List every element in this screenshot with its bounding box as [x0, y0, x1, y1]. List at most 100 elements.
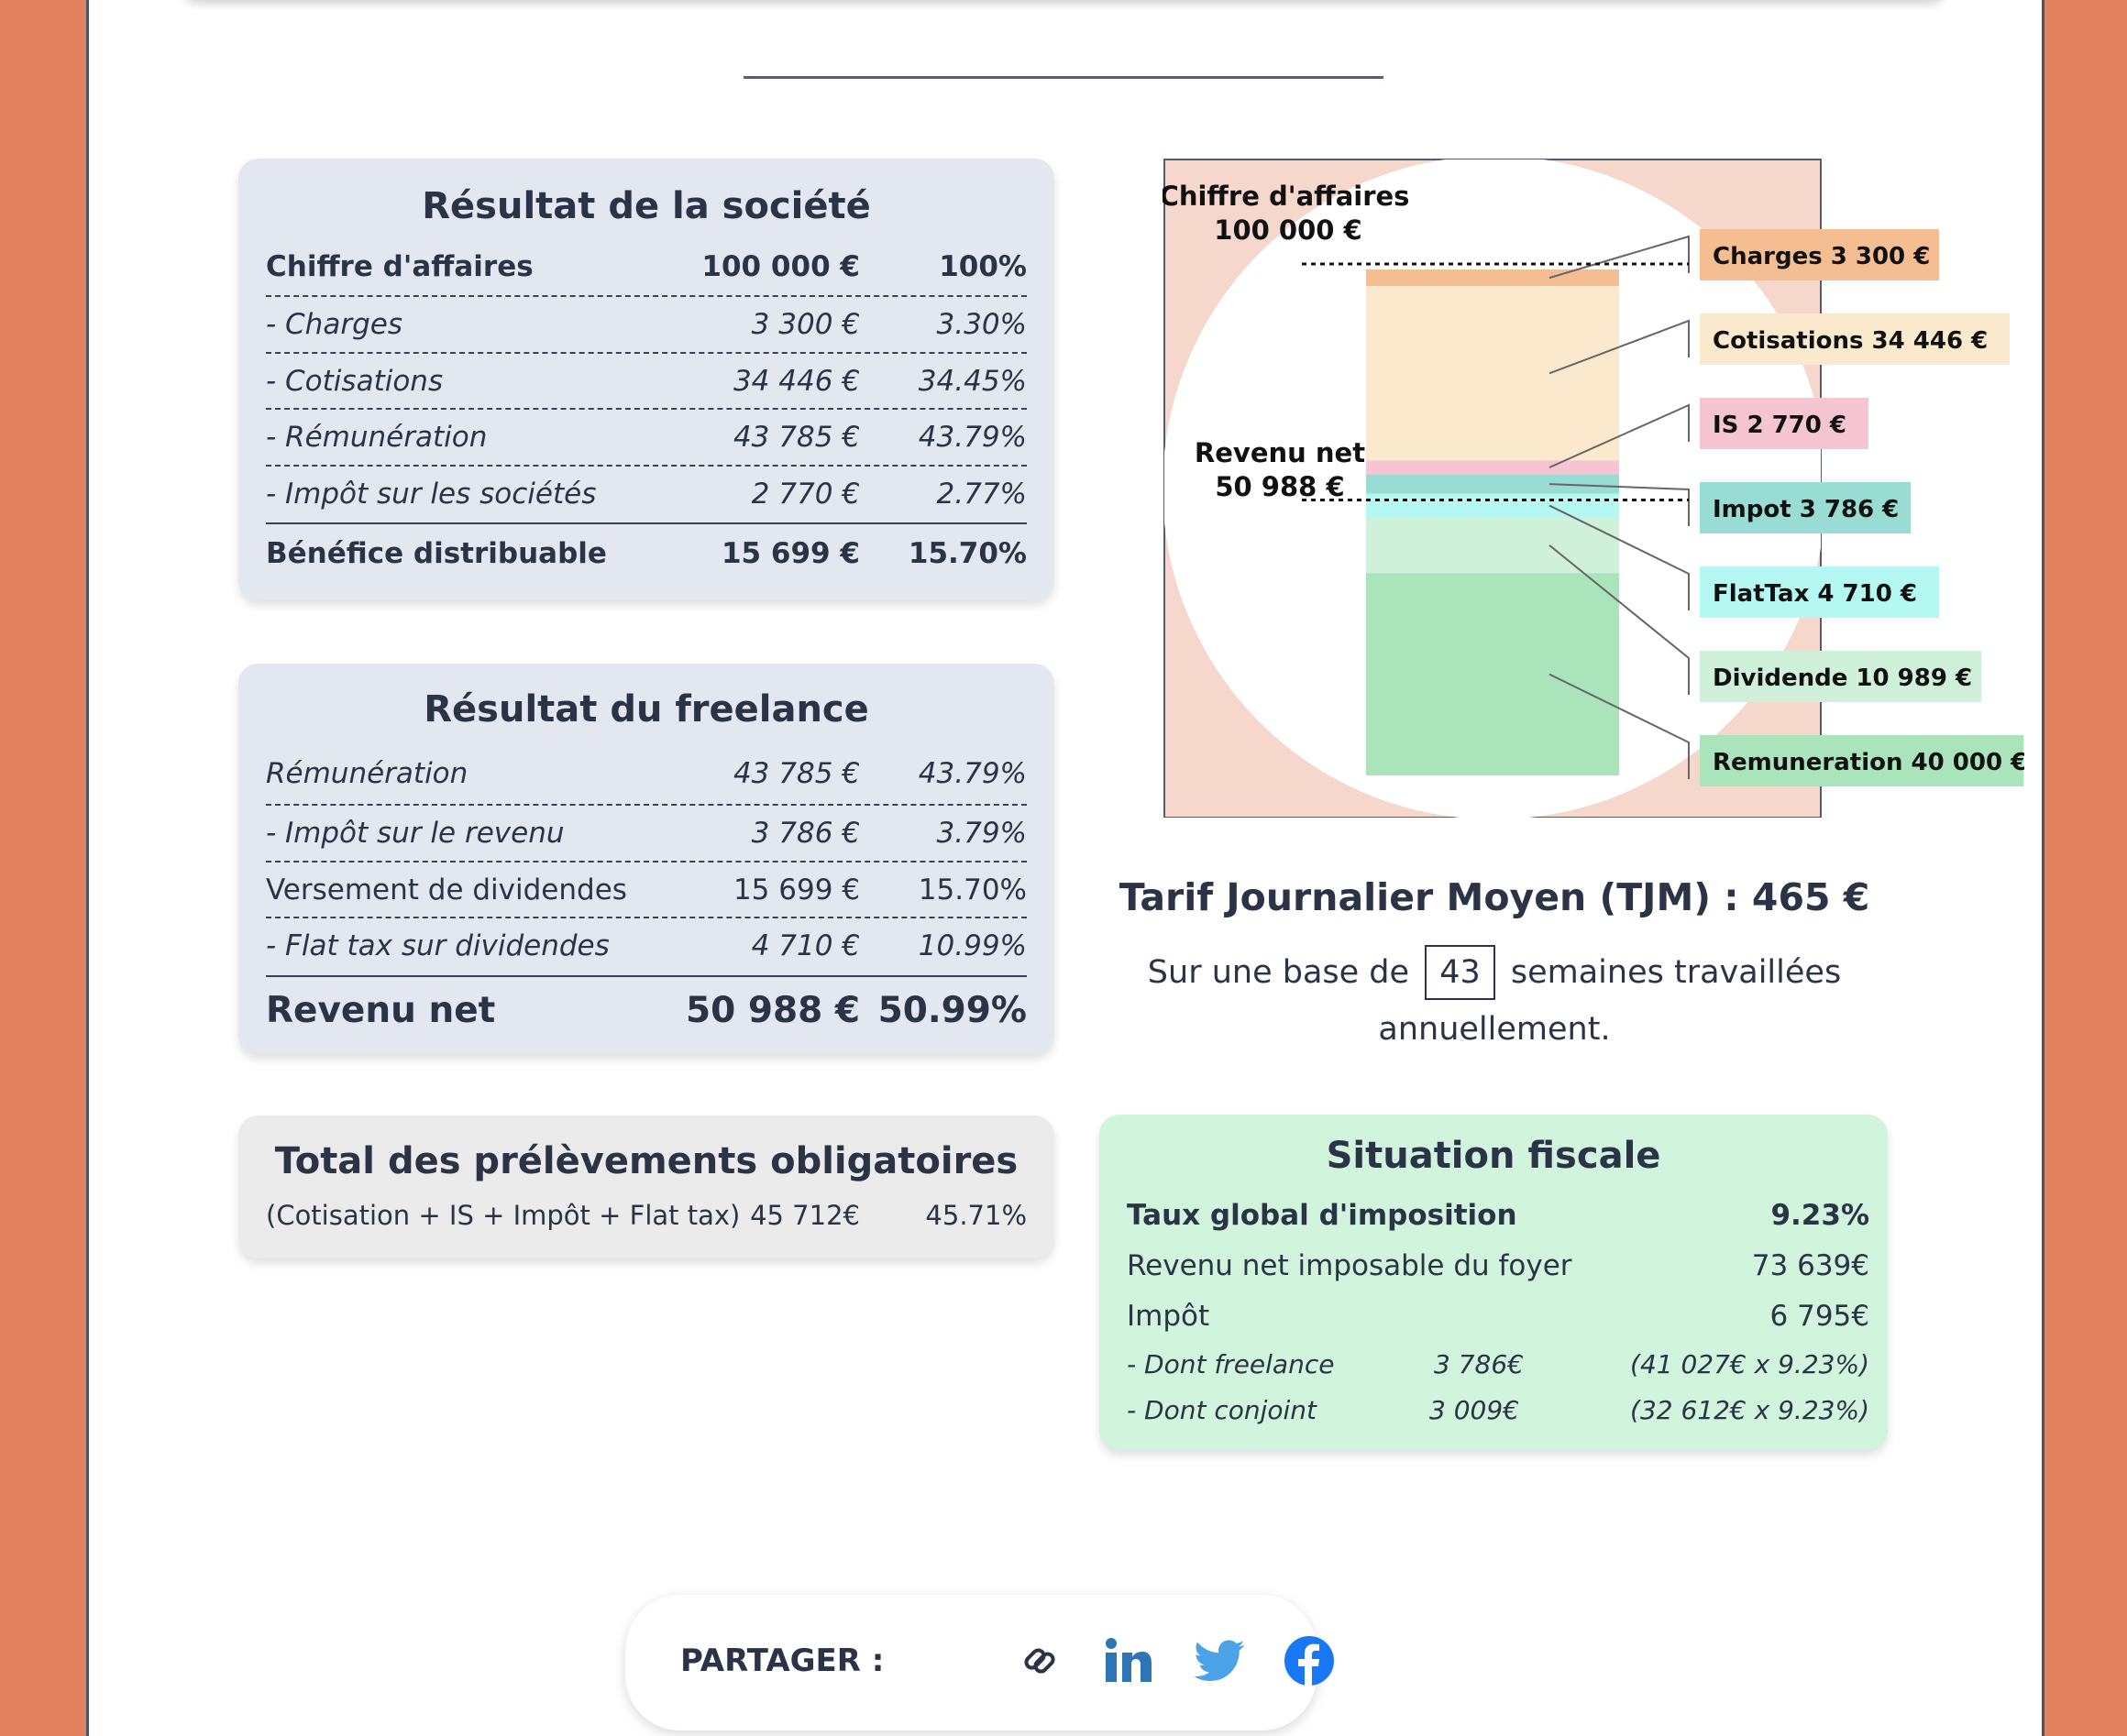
row-chiffre-affaires: Chiffre d'affaires 100 000 € 100%	[266, 248, 1027, 297]
tjm-title: Tarif Journalier Moyen (TJM) : 465 €	[1119, 875, 1870, 919]
tax-rate-value: 9.23%	[1770, 1199, 1869, 1232]
tjm-suffix-2: annuellement.	[1378, 1011, 1611, 1048]
row-percent: 43.79%	[918, 421, 1027, 454]
bar-segment	[1366, 474, 1619, 494]
total-levies-label: (Cotisation + IS + Impôt + Flat tax)	[266, 1200, 741, 1231]
section-divider	[744, 76, 1383, 79]
row-label: Rémunération	[266, 757, 468, 790]
freelance-tax-amount: 3 786€	[1434, 1349, 1524, 1379]
company-result-card: Résultat de la société Chiffre d'affaire…	[238, 159, 1054, 600]
freelance-result-card: Résultat du freelance Rémunération 43 78…	[238, 664, 1054, 1054]
net-value: 50 988 €	[1215, 471, 1344, 502]
share-label: PARTAGER :	[680, 1643, 885, 1679]
total-levies-row: (Cotisation + IS + Impôt + Flat tax) 45 …	[266, 1192, 1027, 1238]
row-revenu-net: Revenu net 50 988 € 50.99%	[266, 975, 1027, 1045]
tax-label: Impôt	[1127, 1300, 1210, 1333]
bar-segment	[1366, 493, 1619, 518]
row-charges: - Charges 3 300 € 3.30%	[266, 297, 1027, 354]
tjm-suffix: semaines travaillées	[1510, 954, 1842, 991]
row-label: Chiffre d'affaires	[266, 250, 534, 283]
company-result-title: Résultat de la société	[422, 185, 871, 227]
bar-segment	[1366, 517, 1619, 574]
row-dividendes: Versement de dividendes 15 699 € 15.70%	[266, 863, 1027, 918]
spouse-tax-calc: (32 612€ x 9.23%)	[1630, 1395, 1869, 1425]
segment-label: Remuneration 40 000 €	[1713, 749, 2024, 776]
row-amount: 3 786 €	[751, 817, 860, 850]
segment-label: Dividende 10 989 €	[1713, 665, 1972, 692]
row-remuneration: - Rémunération 43 785 € 43.79%	[266, 410, 1027, 467]
row-label: Versement de dividendes	[266, 873, 627, 906]
row-percent: 34.45%	[918, 365, 1027, 398]
twitter-icon[interactable]	[1192, 1633, 1247, 1688]
row-label: - Charges	[266, 308, 402, 341]
total-levies-amount: 45 712€	[750, 1200, 860, 1231]
row-amount: 2 770 €	[751, 478, 860, 511]
link-icon[interactable]	[1012, 1633, 1067, 1688]
row-percent: 3.30%	[936, 308, 1027, 341]
bar-segment	[1366, 573, 1619, 775]
row-amount: 4 710 €	[751, 929, 860, 962]
share-bar: PARTAGER :	[625, 1595, 1334, 1731]
row-percent: 15.70%	[918, 873, 1027, 906]
bar-segment	[1366, 269, 1619, 287]
segment-label: Impot 3 786 €	[1713, 496, 1899, 523]
total-levies-card: Total des prélèvements obligatoires (Cot…	[238, 1115, 1054, 1258]
row-percent: 100%	[939, 250, 1027, 283]
row-benefice: Bénéfice distribuable 15 699 € 15.70%	[266, 522, 1027, 579]
spouse-tax-amount: 3 009€	[1429, 1395, 1519, 1425]
row-remuneration: Rémunération 43 785 € 43.79%	[266, 750, 1027, 806]
row-percent: 50.99%	[877, 990, 1027, 1031]
freelance-result-title: Résultat du freelance	[424, 688, 869, 731]
row-label: - Impôt sur les sociétés	[266, 478, 597, 511]
row-amount: 100 000 €	[701, 250, 860, 283]
row-amount: 15 699 €	[721, 537, 860, 570]
row-flat-tax: - Flat tax sur dividendes 4 710 € 10.99%	[266, 918, 1027, 975]
household-income-label: Revenu net imposable du foyer	[1127, 1249, 1572, 1282]
freelance-tax-calc: (41 027€ x 9.23%)	[1630, 1349, 1869, 1379]
tjm-sentence: Sur une base de 43 semaines travaillées …	[1064, 944, 1925, 1058]
bar-segment	[1366, 460, 1619, 475]
row-amount: 3 300 €	[751, 308, 860, 341]
segment-label: Cotisations 34 446 €	[1713, 327, 1988, 355]
revenue-breakdown-chart: Chiffre d'affaires 100 000 € Revenu net …	[1160, 158, 2027, 819]
linkedin-icon[interactable]	[1100, 1633, 1155, 1688]
ca-value: 100 000 €	[1214, 214, 1361, 246]
weeks-input[interactable]: 43	[1425, 945, 1495, 1000]
segment-label: FlatTax 4 710 €	[1713, 580, 1917, 608]
row-amount: 43 785 €	[733, 757, 860, 790]
row-label: Bénéfice distribuable	[266, 537, 607, 570]
row-label: - Flat tax sur dividendes	[266, 929, 610, 962]
bar-segment	[1366, 286, 1619, 461]
row-impot-revenu: - Impôt sur le revenu 3 786 € 3.79%	[266, 806, 1027, 863]
total-levies-title: Total des prélèvements obligatoires	[274, 1140, 1019, 1182]
row-cotisations: - Cotisations 34 446 € 34.45%	[266, 354, 1027, 410]
segment-label: IS 2 770 €	[1713, 412, 1846, 439]
tax-situation-card: Situation fiscale Taux global d'impositi…	[1099, 1115, 1888, 1450]
row-percent: 3.79%	[936, 817, 1027, 850]
freelance-tax-label: - Dont freelance	[1127, 1349, 1335, 1379]
tax-situation-title: Situation fiscale	[1326, 1135, 1661, 1177]
row-percent: 10.99%	[918, 929, 1027, 962]
facebook-icon[interactable]	[1282, 1633, 1337, 1688]
row-label: - Impôt sur le revenu	[266, 817, 565, 850]
row-percent: 43.79%	[918, 757, 1027, 790]
row-percent: 2.77%	[936, 478, 1027, 511]
spouse-tax-label: - Dont conjoint	[1127, 1395, 1317, 1425]
row-amount: 15 699 €	[733, 873, 860, 906]
row-label: - Cotisations	[266, 365, 444, 398]
tax-value: 6 795€	[1769, 1300, 1869, 1333]
row-impot-societes: - Impôt sur les sociétés 2 770 € 2.77%	[266, 467, 1027, 522]
row-percent: 15.70%	[908, 537, 1027, 570]
row-amount: 34 446 €	[733, 365, 860, 398]
row-amount: 50 988 €	[686, 990, 860, 1031]
chart-svg: Chiffre d'affaires 100 000 € Revenu net …	[1160, 159, 2027, 819]
total-levies-percent: 45.71%	[925, 1200, 1027, 1231]
tax-rate-label: Taux global d'imposition	[1127, 1199, 1517, 1232]
row-label: Revenu net	[266, 990, 496, 1031]
row-label: - Rémunération	[266, 421, 488, 454]
segment-label: Charges 3 300 €	[1713, 243, 1930, 270]
net-label: Revenu net	[1195, 437, 1365, 468]
household-income-value: 73 639€	[1751, 1249, 1869, 1282]
row-amount: 43 785 €	[733, 421, 860, 454]
ca-label: Chiffre d'affaires	[1163, 181, 1409, 212]
